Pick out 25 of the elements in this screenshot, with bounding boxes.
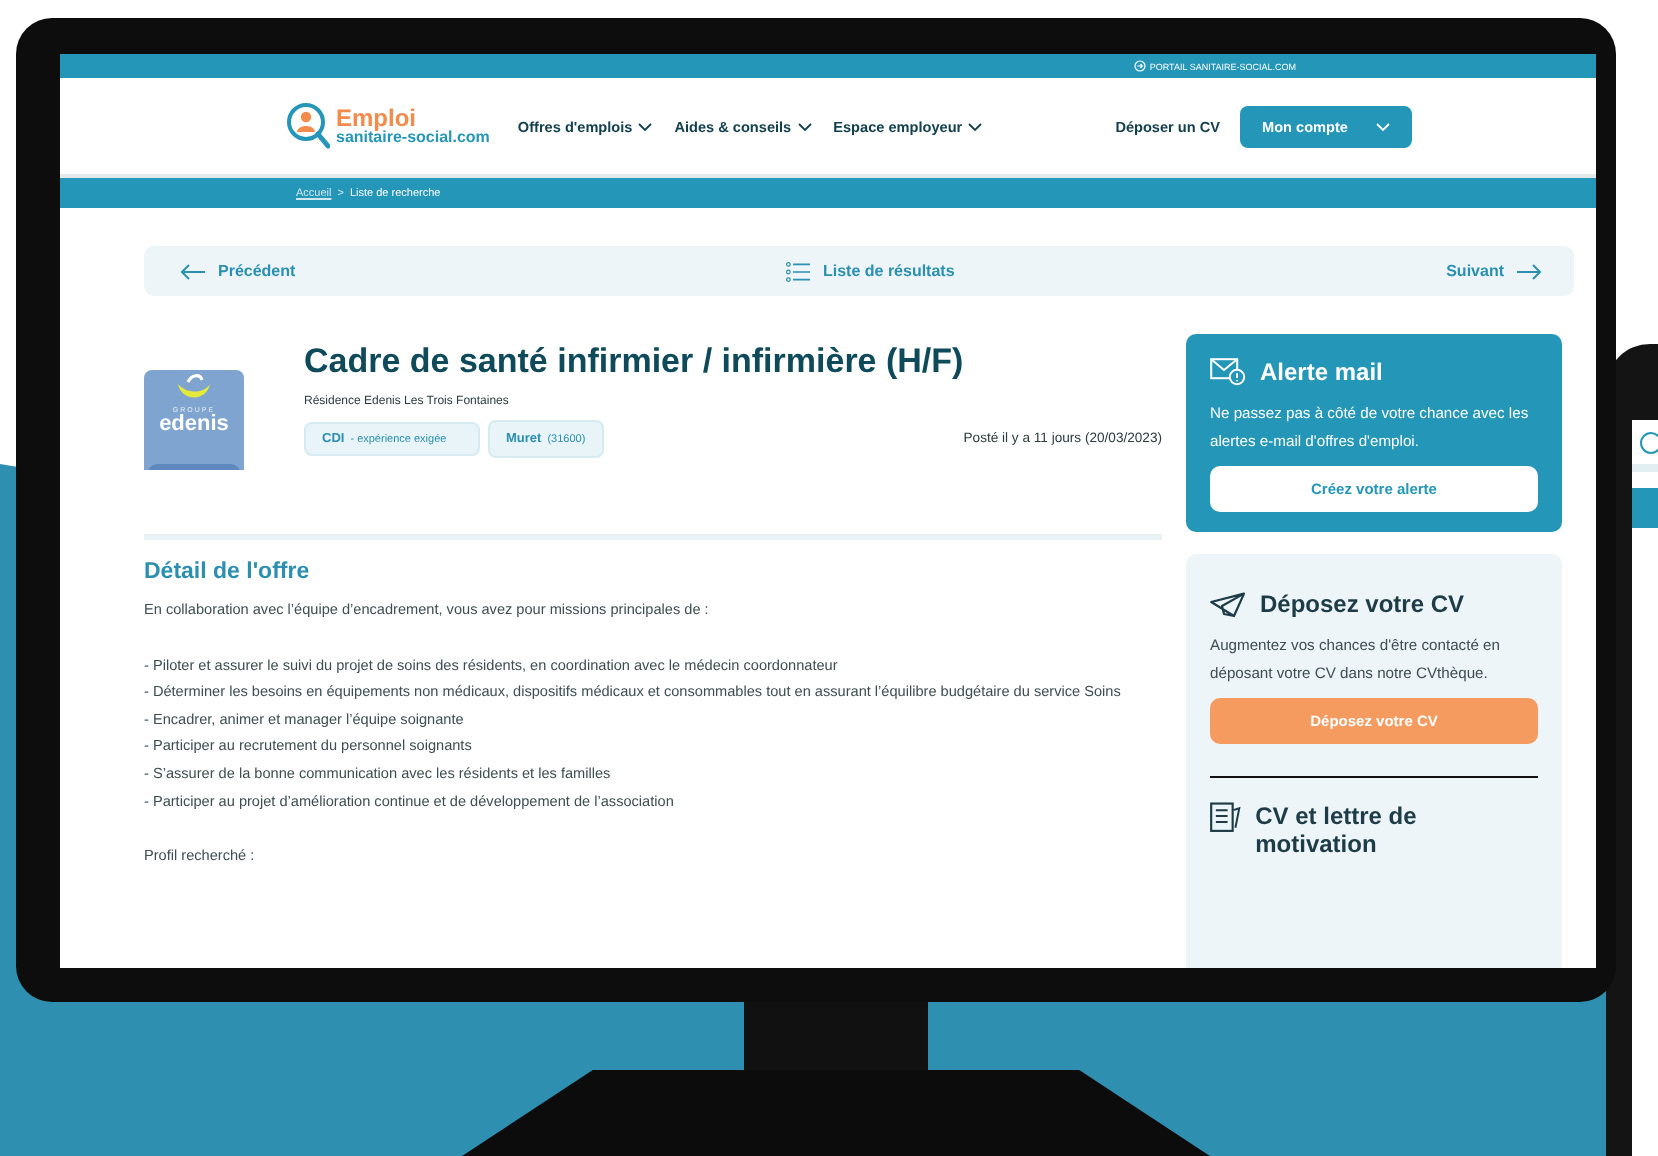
- site-logo[interactable]: Emploi sanitaire-social.com: [286, 102, 490, 150]
- arrow-left-icon: [180, 263, 206, 279]
- card-title: CV et lettre de motivation: [1255, 802, 1419, 858]
- next-link[interactable]: Suivant: [1446, 262, 1542, 280]
- paper-plane-icon: [1210, 591, 1246, 617]
- mail-alert-icon: [1210, 358, 1246, 386]
- magnifier-person-icon: [286, 102, 330, 150]
- logo-title: Emploi: [336, 105, 417, 131]
- portal-icon: [1133, 60, 1146, 72]
- job-title: Cadre de santé infirmier / infirmière (H/F): [304, 342, 966, 382]
- card-title: Alerte mail: [1260, 358, 1383, 386]
- swoosh-icon: [174, 374, 214, 402]
- list-icon: [786, 261, 811, 281]
- logo-domain: sanitaire-social.com: [336, 130, 490, 147]
- results-list-link[interactable]: Liste de résultats: [786, 261, 955, 281]
- chevron-down-icon: [968, 121, 983, 131]
- logo-name: edenis: [159, 414, 229, 436]
- section-heading: Détail de l'offre: [144, 560, 312, 584]
- previous-link[interactable]: Précédent: [180, 262, 296, 280]
- chevron-down-icon: [638, 121, 653, 131]
- document-icon: [1210, 802, 1242, 834]
- card-title: Déposez votre CV: [1260, 590, 1465, 618]
- chevron-down-icon: [1375, 121, 1390, 131]
- arrow-right-icon: [1516, 263, 1542, 279]
- chevron-down-icon: [797, 121, 812, 131]
